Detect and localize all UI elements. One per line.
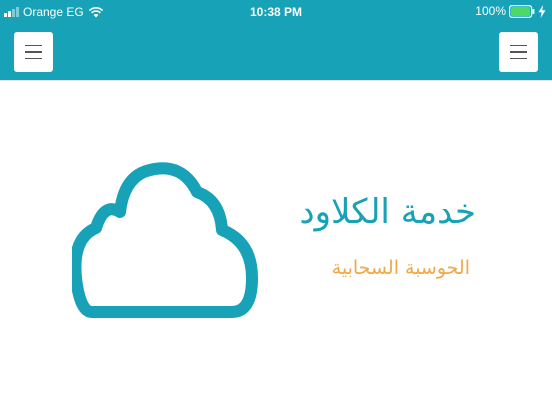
battery-icon xyxy=(509,4,535,18)
cloud-icon xyxy=(72,162,258,318)
app-header: Orange EG 10:38 PM 100% xyxy=(0,0,552,81)
page-title: خدمة الكلاود xyxy=(299,192,476,232)
status-time: 10:38 PM xyxy=(249,5,303,19)
status-bar: Orange EG 10:38 PM 100% xyxy=(0,0,552,24)
left-menu-button[interactable] xyxy=(14,32,53,72)
page-subtitle: الحوسبة السحابية xyxy=(331,257,470,279)
hamburger-menu-icon xyxy=(510,44,527,47)
battery-percentage: 100% xyxy=(475,4,506,18)
app-screen: Orange EG 10:38 PM 100% خدمة الكلاود الح… xyxy=(0,0,552,414)
hamburger-menu-icon xyxy=(25,44,42,47)
right-menu-button[interactable] xyxy=(499,32,538,72)
charging-bolt-icon xyxy=(538,4,546,18)
status-right: 100% xyxy=(475,4,546,18)
